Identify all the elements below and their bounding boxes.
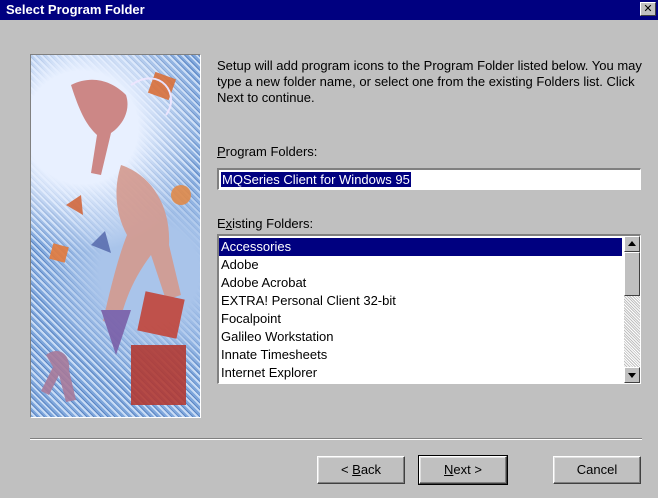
existing-folders-label: Existing Folders: — [217, 216, 313, 231]
existing-folders-label-pre: E — [217, 216, 226, 231]
scroll-up-arrow-icon — [628, 241, 636, 246]
scroll-up-button[interactable] — [624, 236, 640, 252]
artwork-illustration — [41, 71, 191, 405]
close-icon: ✕ — [643, 3, 653, 15]
setup-artwork — [30, 54, 201, 418]
instructions-text: Setup will add program icons to the Prog… — [217, 58, 642, 105]
scroll-down-arrow-icon — [628, 373, 636, 378]
folder-item-adobe[interactable]: Adobe — [219, 256, 622, 274]
next-button-label: ext > — [453, 462, 482, 477]
vertical-scrollbar[interactable] — [624, 236, 640, 383]
back-button[interactable]: < Back — [317, 456, 405, 484]
button-separator — [30, 438, 642, 440]
existing-folders-label-text: isting Folders: — [232, 216, 314, 231]
program-folders-label-text: rogram Folders: — [225, 144, 318, 159]
folder-item-focalpoint[interactable]: Focalpoint — [219, 310, 622, 328]
back-button-accel: B — [352, 462, 361, 477]
close-button[interactable]: ✕ — [640, 2, 656, 16]
back-button-pre: < — [340, 462, 353, 477]
back-button-label: ack — [360, 462, 382, 477]
existing-folders-list: Accessories Adobe Adobe Acrobat EXTRA! P… — [219, 238, 622, 382]
scroll-down-button[interactable] — [624, 367, 640, 383]
cancel-button[interactable]: Cancel — [553, 456, 641, 484]
folder-item-accessories[interactable]: Accessories — [219, 238, 622, 256]
folder-item-adobe-acrobat[interactable]: Adobe Acrobat — [219, 274, 622, 292]
title-bar: Select Program Folder ✕ — [0, 0, 658, 20]
folder-item-innate-timesheets[interactable]: Innate Timesheets — [219, 346, 622, 364]
program-folders-label: Program Folders: — [217, 144, 317, 159]
program-folder-value: MQSeries Client for Windows 95 — [221, 172, 411, 187]
program-folders-accel: P — [217, 144, 226, 159]
window-title: Select Program Folder — [6, 2, 145, 17]
folder-item-internet-explorer[interactable]: Internet Explorer — [219, 364, 622, 382]
folder-item-extra-personal-client[interactable]: EXTRA! Personal Client 32-bit — [219, 292, 622, 310]
existing-folders-listbox[interactable]: Accessories Adobe Adobe Acrobat EXTRA! P… — [217, 234, 641, 384]
next-button-accel: N — [444, 462, 454, 477]
folder-item-galileo-workstation[interactable]: Galileo Workstation — [219, 328, 622, 346]
scrollbar-thumb[interactable] — [624, 252, 640, 296]
program-folder-input[interactable]: MQSeries Client for Windows 95 — [217, 168, 641, 190]
next-button[interactable]: Next > — [418, 455, 508, 485]
